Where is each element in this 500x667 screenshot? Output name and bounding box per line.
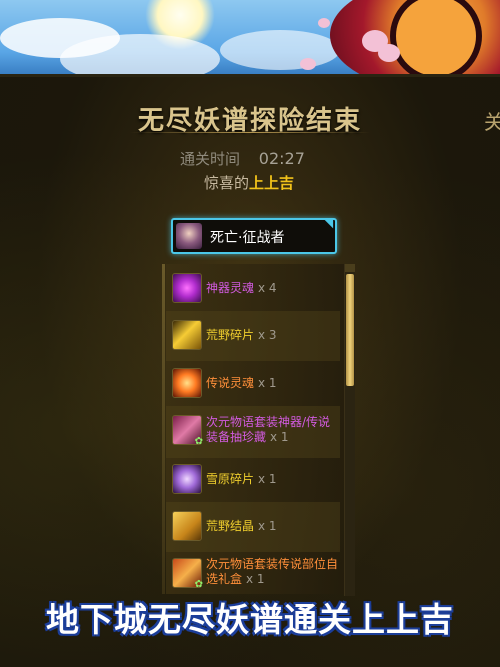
snowfield-fragment-icon [172,464,202,494]
fortune-highlight: 上上吉 [249,174,295,192]
character-name: 死亡·征战者 [210,230,285,246]
fortune-prefix: 惊喜的 [204,174,250,192]
wild-crystal-icon [172,511,202,541]
character-name-box[interactable]: 死亡·征战者 [171,215,338,254]
reward-text: 次元物语套装神器/传说装备抽珍藏 x 1 [206,415,340,445]
reward-qty: x 3 [258,328,277,342]
scroll-thumb[interactable] [346,274,354,386]
reward-name: 荒野碎片 [206,328,255,342]
reward-text: 传说灵魂 x 1 [206,376,340,391]
blossom [318,18,330,28]
wild-fragment-icon [172,320,202,350]
cloud [220,30,340,70]
reward-list[interactable]: 神器灵魂 x 4 荒野碎片 x 3 传说灵魂 x 1 ✿ 次元物语套装神器/传说装备抽… [166,264,348,594]
reward-row[interactable]: 雪原碎片 x 1 [166,455,340,505]
reward-text: 神器灵魂 x 4 [206,281,340,296]
legendary-soul-icon [172,368,202,398]
reward-name: 雪原碎片 [206,472,255,486]
clear-time-value: 02:27 [258,149,305,168]
reward-qty: x 1 [246,572,265,586]
star-icon: ✿ [194,436,203,447]
clear-time-label: 通关时间 [180,150,241,168]
fortune-result: 惊喜的上上吉 [204,172,294,193]
reward-name: 神器灵魂 [206,281,255,295]
reward-qty: x 1 [258,519,277,533]
reward-text: 荒野结晶 x 1 [206,519,340,534]
star-icon: ✿ [194,579,203,590]
reward-row[interactable]: 神器灵魂 x 4 [166,264,340,314]
video-caption: 地下城无尽妖谱通关上上吉 [46,600,454,639]
character-art-ring [390,0,482,74]
panel-border [0,74,500,77]
title-divider [130,132,370,133]
purple-soul-icon [172,273,202,303]
reward-name: 次元物语套装神器/传说装备抽珍藏 [206,415,331,444]
reward-text: 雪原碎片 x 1 [206,472,340,487]
reward-row[interactable]: 荒野结晶 x 1 [166,502,340,552]
reward-text: 次元物语套装传说部位自选礼盒 x 1 [206,557,340,587]
reward-qty: x 1 [258,376,277,390]
list-frame [162,264,165,594]
reward-name: 次元物语套装传说部位自选礼盒 [206,557,339,586]
reward-row[interactable]: ✿ 次元物语套装神器/传说装备抽珍藏 x 1 [166,406,340,458]
reward-text: 荒野碎片 x 3 [206,328,340,343]
reward-row[interactable]: 传说灵魂 x 1 [166,359,340,409]
side-tab-fragment: 关 [484,110,500,134]
blossom [378,44,400,62]
reward-qty: x 1 [258,472,277,486]
character-portrait-icon [176,223,202,249]
reward-list-scrollbar[interactable] [344,264,355,596]
corner-arrow-icon [324,215,338,229]
reward-name: 荒野结晶 [206,519,255,533]
reward-row[interactable]: 荒野碎片 x 3 [166,311,340,361]
background-sky [0,0,500,74]
gift-chest-icon: ✿ [172,558,203,590]
reward-qty: x 4 [258,281,277,295]
dimension-box-icon: ✿ [172,415,203,447]
reward-qty: x 1 [270,430,289,444]
scroll-up-icon[interactable] [345,264,355,272]
reward-row[interactable]: ✿ 次元物语套装传说部位自选礼盒 x 1 [166,549,340,594]
clear-time: 通关时间 02:27 [180,148,305,169]
reward-name: 传说灵魂 [206,376,255,390]
blossom [300,58,316,70]
